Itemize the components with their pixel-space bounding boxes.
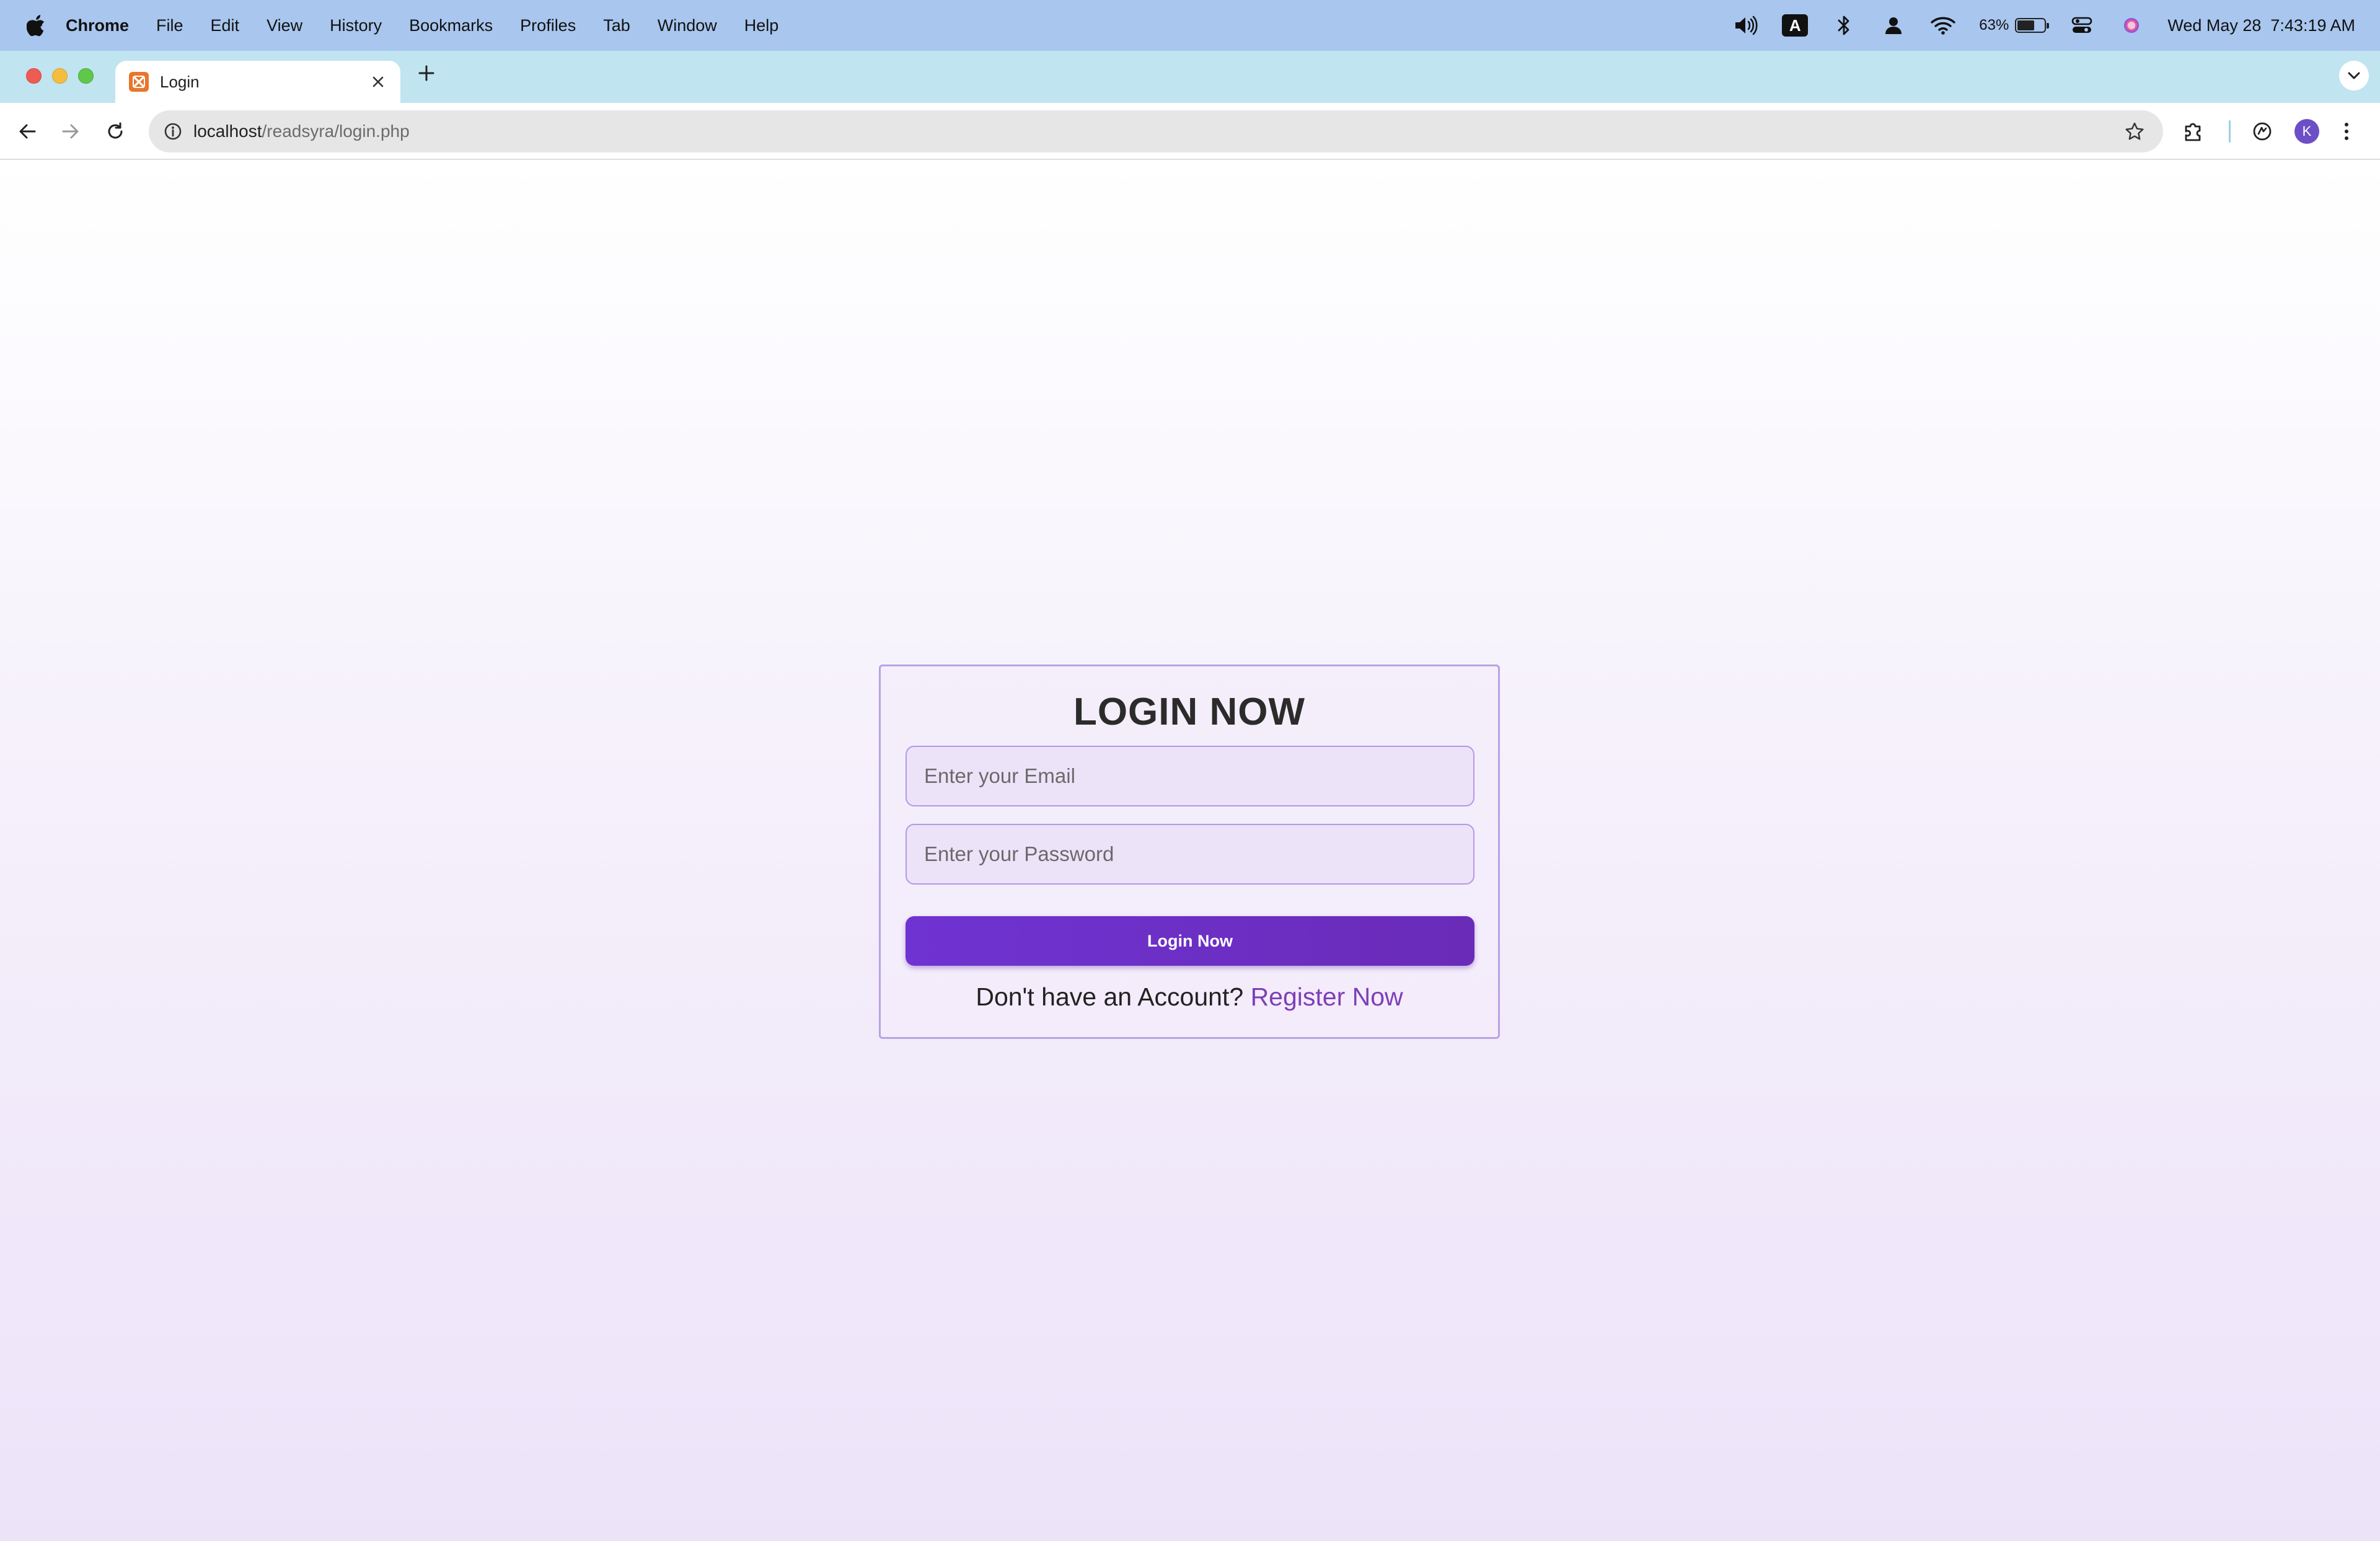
tab-strip: Login	[0, 51, 2380, 103]
url-path: /readsyra/login.php	[262, 121, 410, 141]
register-link[interactable]: Register Now	[1251, 982, 1403, 1011]
clock[interactable]: Wed May 28 7:43:19 AM	[2167, 16, 2355, 35]
site-info-icon[interactable]	[162, 121, 183, 142]
url-host: localhost	[193, 121, 262, 141]
user-icon[interactable]	[1880, 12, 1907, 39]
toolbar-divider	[2229, 120, 2231, 143]
tab-login[interactable]: Login	[115, 61, 400, 103]
volume-icon[interactable]	[1732, 12, 1760, 39]
address-bar[interactable]: localhost/readsyra/login.php	[149, 110, 2163, 152]
menu-bar: Chrome File Edit View History Bookmarks …	[0, 0, 2380, 51]
battery-indicator[interactable]: 63%	[1979, 17, 2050, 34]
menu-profiles[interactable]: Profiles	[520, 16, 576, 35]
menu-view[interactable]: View	[267, 16, 302, 35]
control-center-icon[interactable]	[2068, 12, 2096, 39]
new-tab-icon[interactable]	[415, 62, 438, 84]
login-button[interactable]: Login Now	[906, 916, 1474, 966]
status-area: A 63% Wed May 28 7:43:19 AM	[1732, 0, 2355, 51]
xampp-favicon-icon	[129, 72, 149, 92]
register-prompt-line: Don't have an Account? Register Now	[881, 982, 1498, 1012]
tab-title: Login	[160, 72, 200, 91]
forward-icon[interactable]	[57, 118, 84, 145]
menu-file[interactable]: File	[156, 16, 183, 35]
minimize-window-button[interactable]	[52, 68, 68, 84]
register-prompt: Don't have an Account?	[976, 982, 1244, 1011]
fullscreen-window-button[interactable]	[78, 68, 94, 84]
menu-tab[interactable]: Tab	[603, 16, 630, 35]
battery-level-fill	[2017, 20, 2034, 30]
login-form: LOGIN NOW Login Now Don't have an Accoun…	[879, 665, 1500, 1039]
window-controls	[26, 68, 94, 84]
chrome-menu-icon[interactable]	[2343, 115, 2350, 148]
profile-avatar[interactable]: K	[2294, 115, 2319, 148]
bookmark-star-icon[interactable]	[2122, 119, 2147, 144]
apple-icon[interactable]	[25, 13, 47, 38]
wifi-icon[interactable]	[1929, 12, 1957, 39]
input-source-indicator[interactable]: A	[1782, 14, 1809, 37]
menu-history[interactable]: History	[330, 16, 382, 35]
reload-icon[interactable]	[102, 118, 129, 145]
login-title: LOGIN NOW	[1073, 691, 1306, 733]
menu-bookmarks[interactable]: Bookmarks	[409, 16, 493, 35]
browser-toolbar: localhost/readsyra/login.php K	[0, 103, 2380, 160]
siri-icon[interactable]	[2118, 12, 2145, 39]
page-background: LOGIN NOW Login Now Don't have an Accoun…	[0, 161, 2380, 1541]
close-tab-icon[interactable]	[368, 72, 388, 92]
email-field[interactable]	[906, 746, 1474, 806]
tab-search-icon[interactable]	[2339, 61, 2369, 91]
battery-percent: 63%	[1979, 17, 2009, 33]
bluetooth-icon[interactable]	[1830, 12, 1858, 39]
menu-window[interactable]: Window	[658, 16, 717, 35]
extension-shield-icon[interactable]	[2251, 115, 2273, 148]
extensions-icon[interactable]	[2182, 115, 2204, 148]
menu-app-name[interactable]: Chrome	[66, 16, 129, 35]
back-icon[interactable]	[14, 118, 41, 145]
menu-edit[interactable]: Edit	[211, 16, 240, 35]
url-text: localhost/readsyra/login.php	[193, 121, 410, 141]
password-field[interactable]	[906, 824, 1474, 885]
profile-initial: K	[2294, 119, 2319, 144]
battery-icon	[2015, 18, 2050, 33]
menu-help[interactable]: Help	[744, 16, 779, 35]
close-window-button[interactable]	[26, 68, 42, 84]
